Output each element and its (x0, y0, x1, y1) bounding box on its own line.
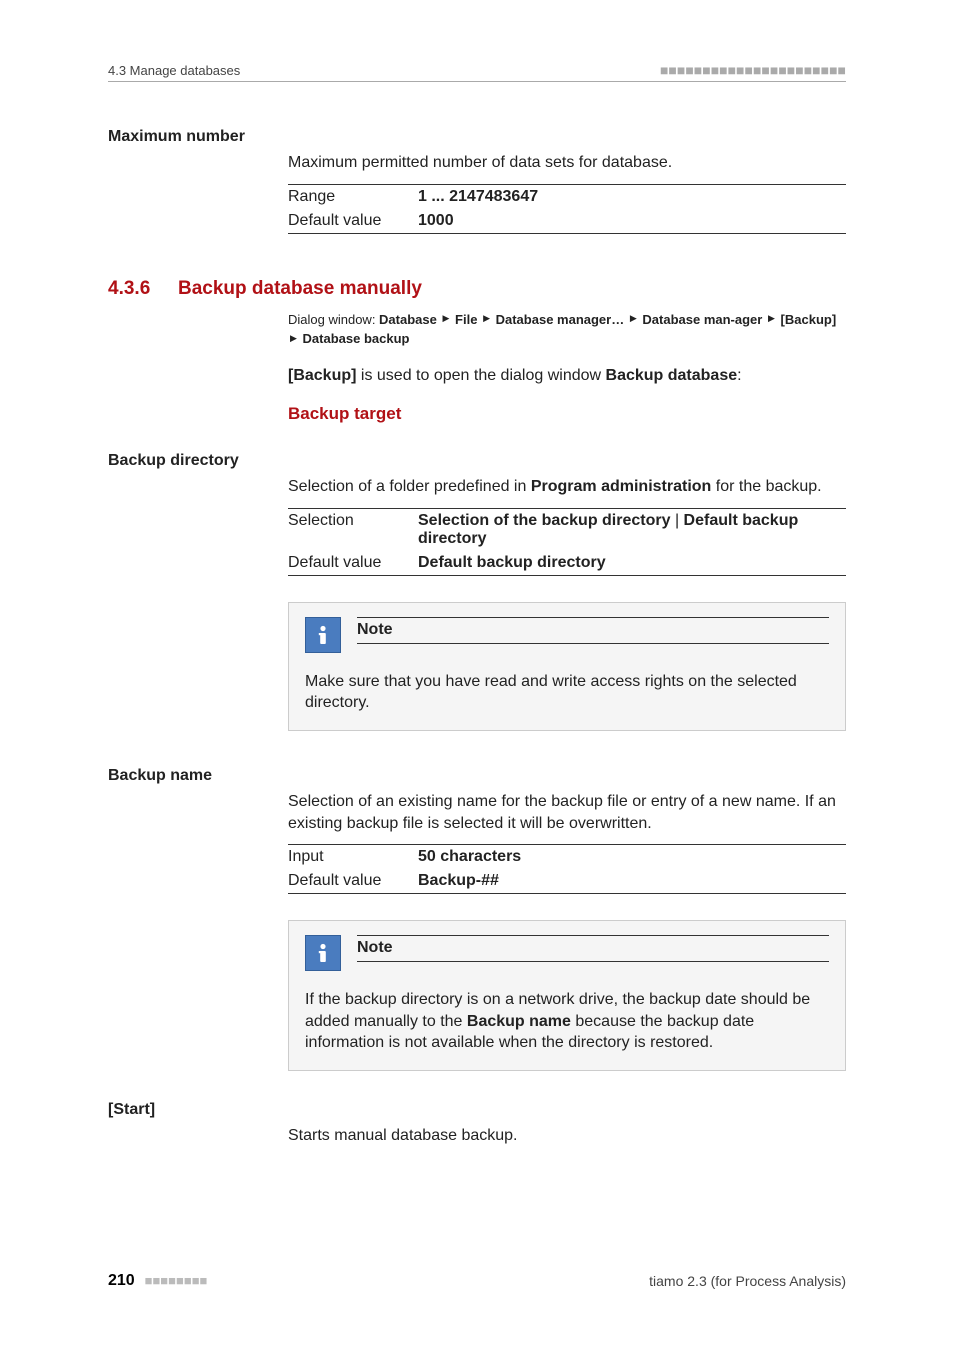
breadcrumb-part: Database (379, 312, 437, 327)
intro-bold: [Backup] (288, 367, 356, 384)
intro-line: [Backup] is used to open the dialog wind… (288, 365, 846, 387)
selection-value-a: Selection of the backup directory (418, 512, 671, 529)
note-title: Note (357, 617, 829, 644)
page-number: 210 (108, 1272, 135, 1289)
breadcrumb-part: Database backup (303, 331, 410, 346)
breadcrumb-prefix: Dialog window: (288, 312, 379, 327)
param-heading-maximum-number: Maximum number (108, 128, 846, 146)
note-box: Note If the backup directory is on a net… (288, 920, 846, 1071)
param-heading-backup-name: Backup name (108, 767, 846, 785)
default-value: 1000 (418, 209, 846, 234)
triangle-icon: ▶ (483, 312, 490, 326)
param-table-backup-directory: Selection Selection of the backup direct… (288, 508, 846, 576)
desc-bold: Program administration (531, 478, 711, 495)
section-heading: 4.3.6 Backup database manually (108, 278, 846, 300)
footer-left: 210 ■■■■■■■■ (108, 1272, 207, 1290)
note-box: Note Make sure that you have read and wr… (288, 602, 846, 731)
selection-sep: | (671, 512, 684, 529)
section-path: 4.3 Manage databases (108, 63, 240, 78)
note-body: Make sure that you have read and write a… (305, 671, 829, 714)
default-label: Default value (288, 551, 418, 576)
note2-bold: Backup name (467, 1013, 571, 1030)
info-icon (305, 617, 341, 653)
default-label: Default value (288, 869, 418, 894)
desc-post: for the backup. (711, 478, 821, 495)
breadcrumb-part: Database man-ager (642, 312, 762, 327)
breadcrumb: Dialog window: Database ▶ File ▶ Databas… (288, 310, 846, 349)
intro-mid: is used to open the dialog window (356, 367, 605, 384)
breadcrumb-part: File (455, 312, 477, 327)
range-label: Range (288, 184, 418, 209)
selection-value: Selection of the backup directory | Defa… (418, 508, 846, 551)
triangle-icon: ▶ (442, 312, 449, 326)
triangle-icon: ▶ (630, 312, 637, 326)
section-title: Backup database manually (178, 278, 422, 300)
note-title: Note (357, 935, 829, 962)
intro-bold2: Backup database (606, 367, 738, 384)
breadcrumb-part: [Backup] (781, 312, 837, 327)
range-value: 1 ... 2147483647 (418, 184, 846, 209)
param-table-backup-name: Input 50 characters Default value Backup… (288, 844, 846, 894)
page-footer: 210 ■■■■■■■■ tiamo 2.3 (for Process Anal… (108, 1272, 846, 1290)
param-table-maximum-number: Range 1 ... 2147483647 Default value 100… (288, 184, 846, 234)
footer-ornament: ■■■■■■■■ (145, 1273, 208, 1288)
info-icon (305, 935, 341, 971)
input-value: 50 characters (418, 845, 846, 870)
note-body: If the backup directory is on a network … (305, 989, 829, 1054)
selection-label: Selection (288, 508, 418, 551)
footer-right: tiamo 2.3 (for Process Analysis) (649, 1273, 846, 1289)
header-ornament: ■■■■■■■■■■■■■■■■■■■■■■ (660, 62, 846, 78)
subheading-backup-target: Backup target (288, 404, 846, 424)
default-value: Backup-## (418, 869, 846, 894)
running-header: 4.3 Manage databases ■■■■■■■■■■■■■■■■■■■… (108, 62, 846, 82)
param-heading-start: [Start] (108, 1101, 846, 1119)
triangle-icon: ▶ (768, 312, 775, 326)
page: 4.3 Manage databases ■■■■■■■■■■■■■■■■■■■… (0, 0, 954, 1350)
param-desc: Selection of a folder predefined in Prog… (288, 476, 846, 498)
breadcrumb-part: Database manager… (496, 312, 625, 327)
desc-pre: Selection of a folder predefined in (288, 478, 531, 495)
param-heading-backup-directory: Backup directory (108, 452, 846, 470)
param-desc: Selection of an existing name for the ba… (288, 791, 846, 834)
default-label: Default value (288, 209, 418, 234)
default-value: Default backup directory (418, 551, 846, 576)
input-label: Input (288, 845, 418, 870)
section-number: 4.3.6 (108, 278, 178, 300)
param-desc: Starts manual database backup. (288, 1125, 846, 1147)
param-desc: Maximum permitted number of data sets fo… (288, 152, 846, 174)
intro-post: : (737, 367, 741, 384)
triangle-icon: ▶ (290, 332, 297, 346)
